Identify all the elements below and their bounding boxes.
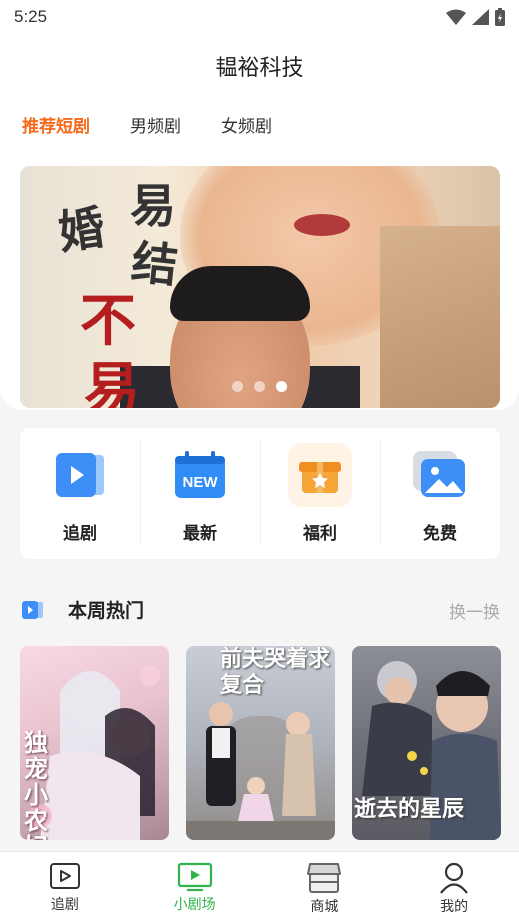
free-image-icon [408, 443, 472, 507]
status-icons [446, 8, 505, 26]
nav-theater-label: 小剧场 [173, 897, 216, 913]
hot-section-icon [22, 601, 43, 619]
poster-title: 前夫哭着求复合 [220, 646, 331, 698]
gift-box-icon [288, 443, 352, 507]
nav-shop-label: 商城 [310, 899, 339, 915]
play-screen-icon [48, 443, 112, 507]
poster-title: 逝去的星辰 [354, 796, 465, 822]
header: 韫裕科技 推荐短剧 男频剧 女频剧 [0, 34, 519, 154]
shop-icon [307, 863, 342, 893]
refresh-button[interactable]: 换一换 [449, 598, 500, 623]
nav-follow[interactable]: 追剧 [0, 852, 130, 923]
hot-cards: 独宠小农妃 前夫哭着求复合 逝去的 [20, 646, 501, 840]
quick-free-label: 免费 [423, 524, 457, 544]
hot-section-title: 本周热门 [68, 600, 145, 622]
status-bar: 5:25 [0, 0, 519, 34]
quick-free[interactable]: 免费 [380, 428, 500, 559]
carousel-dots [232, 381, 287, 392]
tv-icon [177, 862, 212, 892]
signal-icon [472, 9, 489, 25]
quick-actions: 追剧 NEW 最新 福利 免费 [20, 428, 500, 559]
banner-woman-lips [294, 214, 350, 236]
nav-mine[interactable]: 我的 [389, 852, 519, 923]
quick-welfare[interactable]: 福利 [260, 428, 380, 559]
nav-follow-label: 追剧 [50, 897, 79, 913]
poster-title: 独宠小农妃 [24, 728, 48, 841]
banner-poster-title: 婚 易 结 不 易 [40, 176, 190, 408]
battery-icon [495, 8, 505, 26]
tab-recommended[interactable]: 推荐短剧 [22, 112, 90, 137]
banner-title-char: 结 [128, 234, 181, 294]
quick-welfare-label: 福利 [303, 524, 337, 544]
tab-female-dramas[interactable]: 女频剧 [221, 112, 272, 137]
nav-shop[interactable]: 商城 [260, 852, 390, 923]
new-calendar-icon: NEW [168, 443, 232, 507]
category-tabs: 推荐短剧 男频剧 女频剧 [22, 112, 272, 137]
carousel-dot[interactable] [254, 381, 265, 392]
tab-male-dramas[interactable]: 男频剧 [130, 112, 181, 137]
wifi-icon [446, 9, 466, 25]
drama-card[interactable]: 独宠小农妃 [20, 646, 169, 840]
nav-theater[interactable]: 小剧场 [130, 852, 260, 923]
bottom-nav: 追剧 小剧场 商城 我的 [0, 851, 519, 923]
banner-title-char: 易 [84, 356, 140, 408]
hot-section-header: 本周热门 换一换 [20, 596, 500, 624]
status-time: 5:25 [14, 7, 48, 26]
banner-title-char: 婚 [54, 200, 108, 260]
play-icon [49, 863, 80, 889]
drama-card[interactable]: 逝去的星辰 [352, 646, 501, 840]
user-icon [440, 862, 468, 894]
quick-newest-label: 最新 [183, 524, 217, 544]
nav-mine-label: 我的 [440, 899, 469, 915]
banner-man-hair [170, 266, 310, 321]
quick-follow-drama[interactable]: 追剧 [20, 428, 140, 559]
carousel-dot-active[interactable] [276, 381, 287, 392]
app-title: 韫裕科技 [215, 56, 304, 81]
drama-card[interactable]: 前夫哭着求复合 [186, 646, 335, 840]
carousel-dot[interactable] [232, 381, 243, 392]
quick-newest[interactable]: NEW 最新 [140, 428, 260, 559]
banner-carousel[interactable]: 婚 易 结 不 易 [20, 166, 500, 408]
quick-follow-label: 追剧 [63, 524, 97, 544]
banner-coat [380, 226, 500, 408]
new-badge-text: NEW [183, 474, 219, 491]
